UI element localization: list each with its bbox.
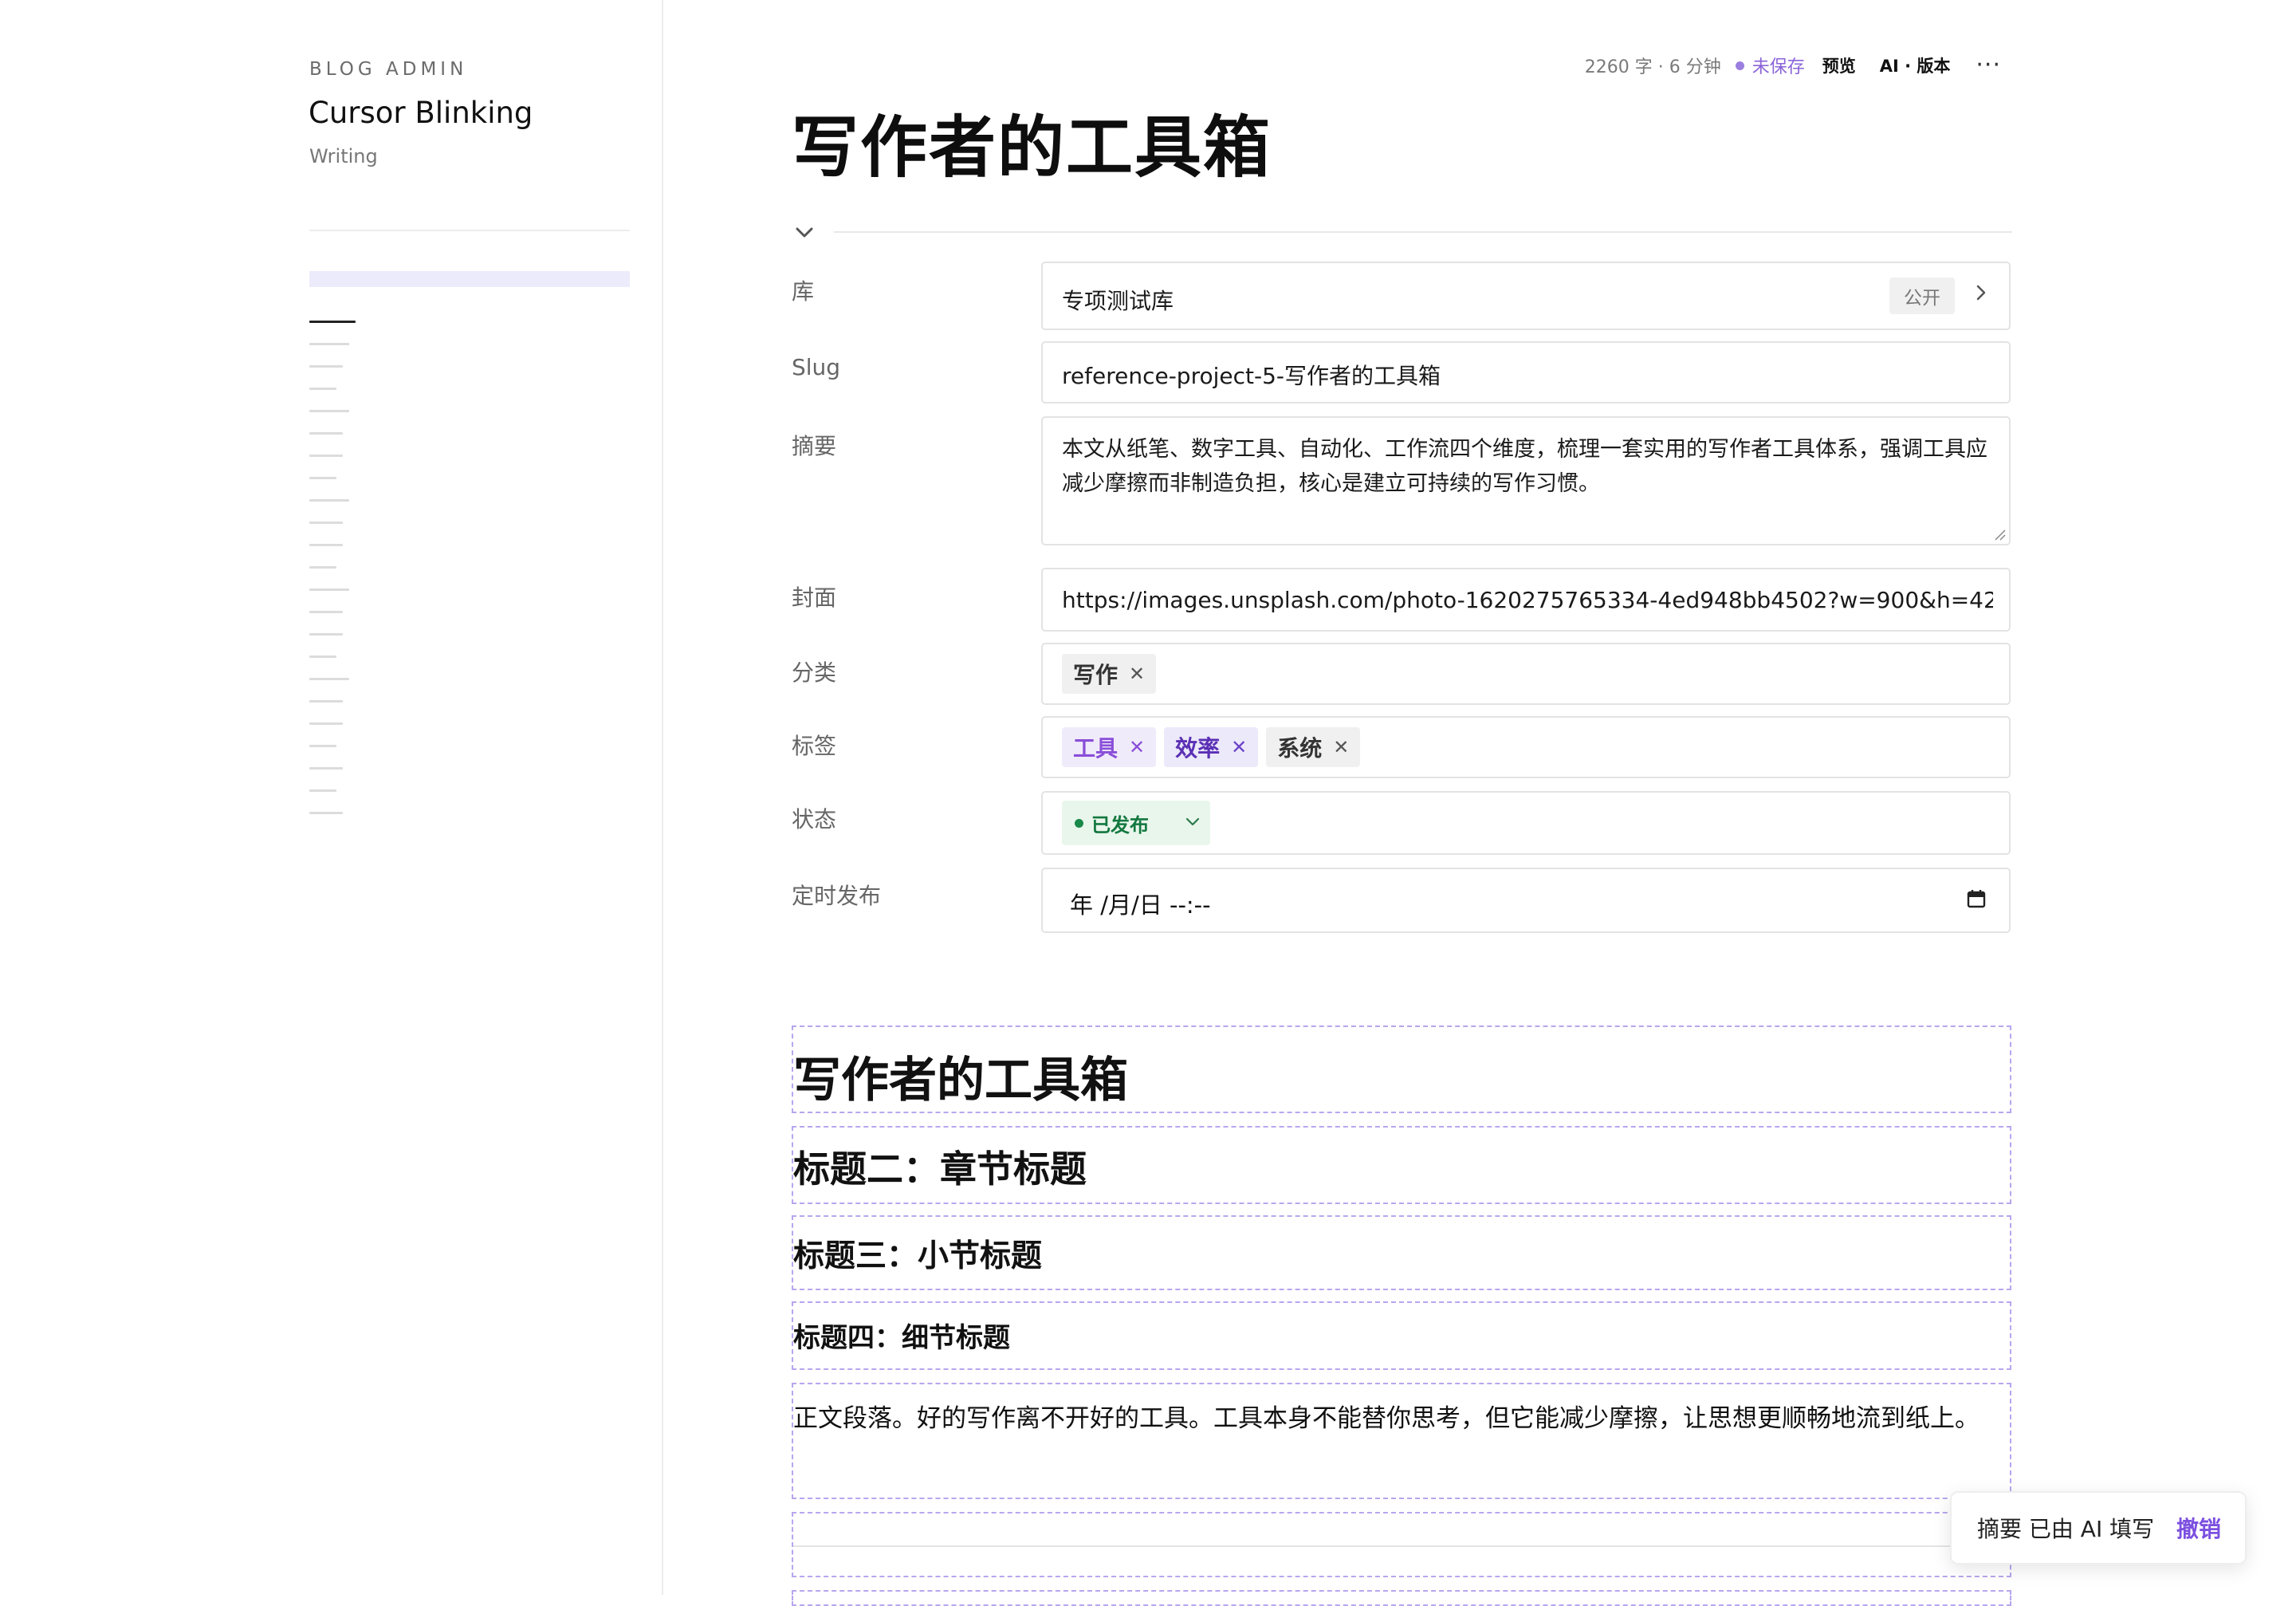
editor-toolbar: 2260 字 · 6 分钟 未保存 预览 AI · 版本 ··· [1585,53,2001,78]
category-chips: 写作 ✕ [1062,654,1157,694]
outline-item[interactable] [309,633,343,636]
remove-chip-icon[interactable]: ✕ [1231,736,1247,758]
sidebar-divider [309,230,630,231]
site-subtitle: Writing [309,145,378,167]
status-value: 已发布 [1091,813,1149,836]
outline-item[interactable] [309,522,343,524]
divider-line [793,1545,2010,1547]
outline-item[interactable] [309,745,336,747]
paragraph-block[interactable]: 正文段落。好的写作离不开好的工具。工具本身不能替你思考，但它能减少摩擦，让思想更… [792,1383,2011,1499]
status-field: 已发布 [1041,791,2011,855]
outline-item[interactable] [309,544,343,546]
outline-item[interactable] [309,365,343,368]
outline-item[interactable] [309,432,343,435]
heading-4-text: 标题四：细节标题 [793,1322,1010,1354]
slug-value: reference-project-5-写作者的工具箱 [1062,363,1441,389]
ai-fill-toast: 摘要 已由 AI 填写 撤销 [1950,1491,2247,1565]
outline-item[interactable] [309,812,343,814]
status-dot-icon [1075,818,1083,828]
library-value: 专项测试库 [1062,288,1174,314]
schedule-label: 定时发布 [792,883,882,909]
outline-item[interactable] [309,321,356,323]
outline-item[interactable] [309,455,343,457]
outline-item[interactable] [309,789,336,792]
save-status: 未保存 [1751,57,1805,77]
library-field[interactable]: 专项测试库 公开 [1041,262,2011,330]
cover-url-input[interactable]: https://images.unsplash.com/photo-162027… [1041,568,2011,632]
chevron-down-icon[interactable] [1185,817,1201,828]
calendar-icon[interactable] [1966,888,1987,909]
outline-item[interactable] [309,410,349,412]
tag-chip[interactable]: 系统 ✕ [1266,727,1361,767]
chip-label: 写作 [1073,662,1119,688]
summary-value: 本文从纸笔、数字工具、自动化、工作流四个维度，梳理一套实用的写作者工具体系，强调… [1062,437,1987,496]
summary-label: 摘要 [792,433,837,459]
empty-block[interactable] [792,1512,2011,1577]
chip-label: 系统 [1277,735,1323,762]
category-chip[interactable]: 写作 ✕ [1062,654,1157,694]
preview-button[interactable]: 预览 [1822,53,1856,77]
outline-nav [309,321,373,834]
chip-label: 效率 [1175,735,1221,762]
page-title[interactable]: 写作者的工具箱 [792,94,1272,191]
slug-input[interactable]: reference-project-5-写作者的工具箱 [1041,341,2011,403]
chip-label: 工具 [1073,735,1119,762]
site-title[interactable]: Cursor Blinking [309,96,533,130]
visibility-badge: 公开 [1889,278,1955,314]
outline-item[interactable] [309,722,343,725]
outline-item[interactable] [309,678,349,680]
cover-label: 封面 [792,585,837,611]
cover-url-value: https://images.unsplash.com/photo-162027… [1062,587,1993,613]
library-label: 库 [792,278,815,305]
outline-item[interactable] [309,477,336,479]
summary-textarea[interactable]: 本文从纸笔、数字工具、自动化、工作流四个维度，梳理一套实用的写作者工具体系，强调… [1041,416,2011,545]
schedule-datetime-input[interactable]: 年 /月/日 --:-- [1041,868,2011,933]
outline-item[interactable] [309,611,343,613]
status-label: 状态 [792,806,837,833]
heading-2-block[interactable]: 标题二：章节标题 [792,1126,2011,1204]
slug-label: Slug [792,354,841,380]
outline-item[interactable] [309,655,336,658]
brand-kicker: BLOG ADMIN [309,59,468,80]
remove-chip-icon[interactable]: ✕ [1333,736,1349,758]
heading-1-block[interactable]: 写作者的工具箱 [792,1025,2011,1113]
tag-chip[interactable]: 效率 ✕ [1164,727,1259,767]
sidebar-active-highlight[interactable] [309,271,630,287]
ai-version-button[interactable]: AI · 版本 [1880,53,1951,77]
remove-chip-icon[interactable]: ✕ [1129,663,1145,685]
outline-item[interactable] [309,566,336,569]
heading-3-block[interactable]: 标题三：小节标题 [792,1215,2011,1290]
more-menu-icon[interactable]: ··· [1976,53,2001,77]
tag-chip[interactable]: 工具 ✕ [1062,727,1157,767]
meta-divider [834,231,2012,233]
chevron-right-icon[interactable] [1976,284,1987,301]
outline-item[interactable] [309,499,349,502]
undo-button[interactable]: 撤销 [2176,1512,2221,1544]
empty-block[interactable] [792,1590,2011,1606]
tag-chips: 工具 ✕ 效率 ✕ 系统 ✕ [1062,727,1361,767]
outline-item[interactable] [309,700,343,703]
heading-3-text: 标题三：小节标题 [793,1238,1043,1274]
sidebar: BLOG ADMIN Cursor Blinking Writing [0,0,663,1595]
outline-item[interactable] [309,388,336,390]
tags-field[interactable]: 工具 ✕ 效率 ✕ 系统 ✕ [1041,716,2011,778]
toast-message: 摘要 已由 AI 填写 [1977,1516,2155,1542]
resize-handle-icon[interactable] [1993,528,2006,541]
outline-item[interactable] [309,767,343,770]
word-count-stats: 2260 字 · 6 分钟 [1584,57,1721,77]
heading-4-block[interactable]: 标题四：细节标题 [792,1301,2011,1370]
tags-label: 标签 [792,733,837,759]
outline-item[interactable] [309,588,349,591]
outline-item[interactable] [309,343,349,345]
unsaved-dot-icon [1735,61,1744,70]
chevron-down-icon[interactable] [794,225,815,241]
paragraph-text: 正文段落。好的写作离不开好的工具。工具本身不能替你思考，但它能减少摩擦，让思想更… [793,1404,1980,1433]
heading-1-text: 写作者的工具箱 [793,1053,1128,1108]
category-label: 分类 [792,659,837,686]
remove-chip-icon[interactable]: ✕ [1129,736,1145,758]
schedule-value: 年 /月/日 --:-- [1070,892,1211,919]
status-select[interactable]: 已发布 [1062,801,1210,845]
category-field[interactable]: 写作 ✕ [1041,643,2011,705]
heading-2-text: 标题二：章节标题 [793,1147,1087,1191]
